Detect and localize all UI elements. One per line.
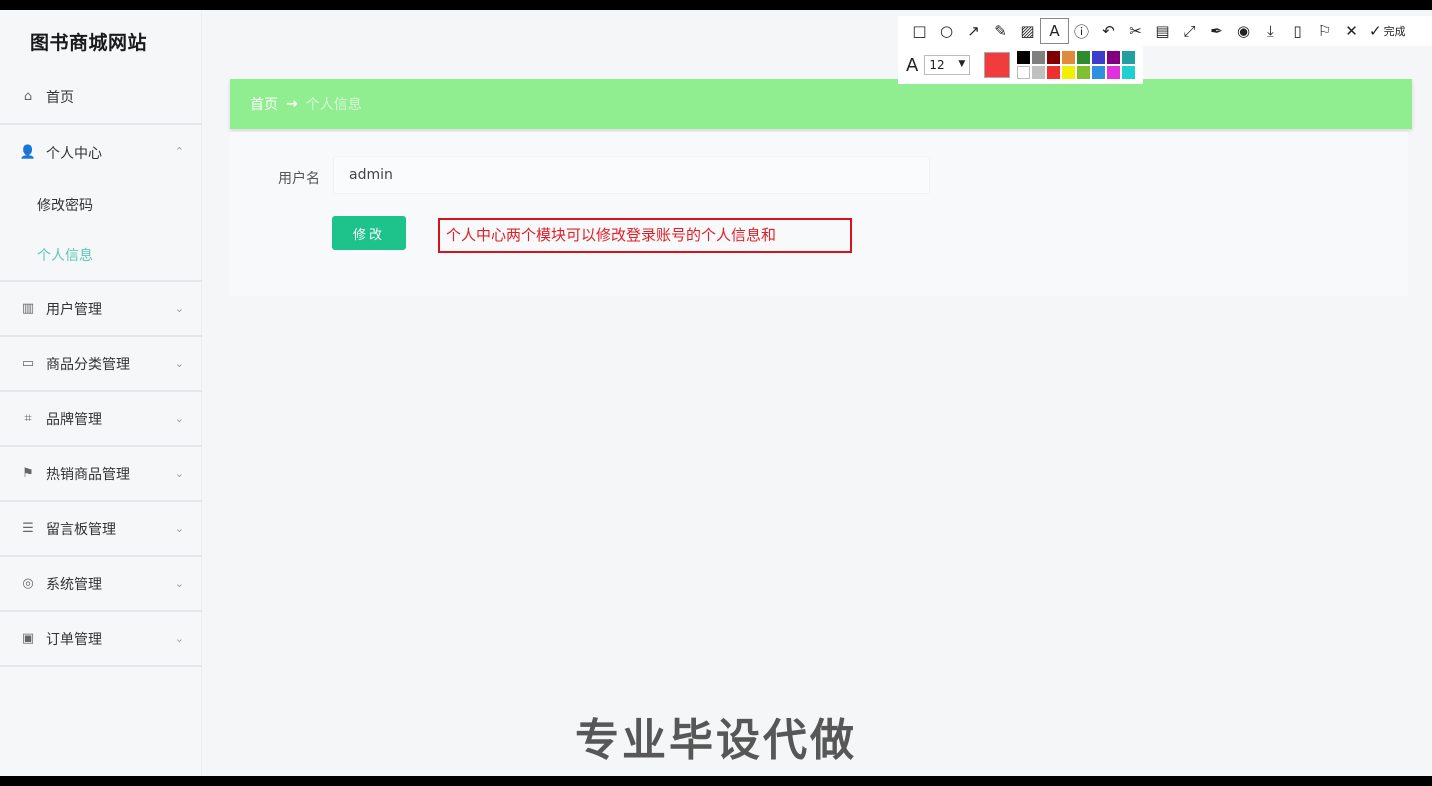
profile-form-panel: 用户名 admin 修改 — [230, 132, 1408, 296]
arrow-tool-icon[interactable]: ↗ — [960, 19, 987, 43]
chevron-down-icon: ⌄ — [174, 632, 184, 645]
chevron-down-icon: ⌄ — [174, 522, 184, 535]
ocr-icon[interactable]: ▤ — [1149, 19, 1176, 43]
sidebar-item-label: 首页 — [46, 89, 74, 106]
rectangle-tool-icon[interactable]: □ — [906, 19, 933, 43]
sidebar-item-users[interactable]: ▥ 用户管理 ⌄ — [0, 282, 202, 337]
close-icon[interactable]: ✕ — [1338, 19, 1365, 43]
watermark-text: 专业毕设代做 — [575, 715, 857, 766]
text-tool-icon[interactable]: A — [1040, 18, 1069, 44]
breadcrumb: 首页 → 个人信息 — [230, 79, 1412, 129]
color-swatch[interactable] — [1092, 51, 1106, 64]
sidebar-item-profile-center[interactable]: 👤 个人中心 ⌃ — [0, 125, 202, 180]
sidebar-item-label: 品牌管理 — [46, 411, 102, 428]
color-swatch[interactable] — [1077, 66, 1091, 79]
color-swatch[interactable] — [1092, 66, 1106, 79]
username-input[interactable]: admin — [333, 156, 930, 194]
color-swatch[interactable] — [1017, 51, 1031, 64]
sidebar-item-label: 留言板管理 — [46, 521, 116, 538]
cut-icon[interactable]: ✂ — [1122, 19, 1149, 43]
sidebar-item-categories[interactable]: ▭ 商品分类管理 ⌄ — [0, 337, 202, 392]
undo-icon[interactable]: ↶ — [1095, 19, 1122, 43]
sidebar-item-system[interactable]: ◎ 系统管理 ⌄ — [0, 557, 202, 612]
sidebar-item-orders[interactable]: ▣ 订单管理 ⌄ — [0, 612, 202, 667]
sidebar-item-label: 订单管理 — [46, 631, 102, 648]
order-icon: ▣ — [21, 631, 35, 646]
chevron-up-icon: ⌃ — [174, 145, 184, 158]
color-swatch[interactable] — [1062, 51, 1076, 64]
mosaic-tool-icon[interactable]: ▨ — [1014, 19, 1041, 43]
username-label: 用户名 — [278, 171, 320, 187]
sidebar-item-label: 热销商品管理 — [46, 466, 130, 483]
sidebar-subitem-profile-info[interactable]: 个人信息 — [0, 230, 202, 280]
sidebar-item-label: 用户管理 — [46, 301, 102, 318]
sidebar-group-profile: 👤 个人中心 ⌃ 修改密码 个人信息 — [0, 125, 202, 282]
sidebar-item-label: 商品分类管理 — [46, 356, 130, 373]
breadcrumb-current: 个人信息 — [305, 97, 362, 113]
color-swatch[interactable] — [1107, 51, 1121, 64]
flag-icon: ⚑ — [22, 466, 34, 481]
sidebar-item-messages[interactable]: ☰ 留言板管理 ⌄ — [0, 502, 202, 557]
home-icon: ⌂ — [23, 89, 33, 104]
app-screen: 图书商城网站 ⌂ 首页 👤 个人中心 ⌃ 修改密码 个人信息 ▥ 用户管理 ⌄ — [0, 10, 1432, 776]
color-swatch[interactable] — [1047, 51, 1061, 64]
sidebar-item-label: 个人中心 — [46, 145, 102, 162]
pin-icon[interactable]: ✒ — [1203, 19, 1230, 43]
color-palette — [1016, 50, 1136, 80]
done-label: 完成 — [1383, 25, 1406, 38]
list-icon: ☰ — [22, 521, 34, 536]
briefcase-icon: ▭ — [21, 356, 35, 371]
submit-button[interactable]: 修改 — [332, 216, 406, 250]
sidebar-item-brands[interactable]: ⌗ 品牌管理 ⌄ — [0, 392, 202, 447]
sidebar-item-home[interactable]: ⌂ 首页 — [0, 70, 202, 125]
sidebar: 图书商城网站 ⌂ 首页 👤 个人中心 ⌃ 修改密码 个人信息 ▥ 用户管理 ⌄ — [0, 10, 202, 776]
chevron-down-icon: ⌄ — [174, 302, 184, 315]
globe-icon: ◎ — [22, 576, 34, 591]
color-swatch[interactable] — [1047, 66, 1061, 79]
record-icon[interactable]: ◉ — [1230, 19, 1257, 43]
text-style-toolbar: A 12 ▼ — [898, 46, 1143, 84]
download-icon[interactable]: ⤓ — [1257, 19, 1284, 43]
annotation-text-box[interactable]: 个人中心两个模块可以修改登录账号的个人信息和 — [438, 218, 852, 253]
chevron-down-icon: ⌄ — [174, 412, 184, 425]
color-swatch[interactable] — [1062, 66, 1076, 79]
main-content: 首页 → 个人信息 用户名 admin 修改 个人中心两个模块可以修改登录账号的… — [202, 10, 1432, 776]
color-swatch[interactable] — [1017, 66, 1031, 79]
caret-down-icon: ▼ — [958, 59, 966, 69]
fit-icon[interactable]: ⤢ — [1176, 19, 1203, 43]
user-icon: 👤 — [19, 145, 37, 160]
ellipse-tool-icon[interactable]: ○ — [933, 19, 960, 43]
brand-title: 图书商城网站 — [30, 32, 148, 54]
bookmark-icon[interactable]: ⚐ — [1311, 19, 1338, 43]
chevron-down-icon: ⌄ — [174, 577, 184, 590]
color-swatch[interactable] — [1077, 51, 1091, 64]
color-swatch[interactable] — [1107, 66, 1121, 79]
font-size-select[interactable]: 12 ▼ — [924, 55, 971, 75]
color-swatch[interactable] — [1032, 66, 1046, 79]
font-icon: A — [906, 54, 919, 76]
chevron-down-icon: ⌄ — [174, 357, 184, 370]
breadcrumb-separator: → — [286, 96, 298, 112]
sidebar-subitem-change-password[interactable]: 修改密码 — [0, 180, 202, 230]
check-icon: ✓ — [1369, 22, 1382, 40]
pen-tool-icon[interactable]: ✎ — [987, 19, 1014, 43]
copy-icon[interactable]: ▯ — [1284, 19, 1311, 43]
color-swatch[interactable] — [1122, 51, 1136, 64]
color-swatch[interactable] — [1122, 66, 1136, 79]
sidebar-menu: ⌂ 首页 👤 个人中心 ⌃ 修改密码 个人信息 ▥ 用户管理 ⌄ ▭ 商品分类管… — [0, 70, 202, 667]
sidebar-item-hot-products[interactable]: ⚑ 热销商品管理 ⌄ — [0, 447, 202, 502]
font-size-value: 12 — [929, 58, 945, 72]
sidebar-item-label: 系统管理 — [46, 576, 102, 593]
screenshot-toolbar: □ ○ ↗ ✎ ▨ Aⓘ ↶ ✂ ▤ ⤢ ✒ ◉ ⤓ ▯ ⚐ ✕ ✓ 完成 — [898, 16, 1432, 46]
current-color-swatch[interactable] — [984, 52, 1011, 78]
chart-icon: ▥ — [21, 301, 35, 316]
breadcrumb-home[interactable]: 首页 — [250, 94, 278, 114]
color-swatch[interactable] — [1032, 51, 1046, 64]
crop-icon: ⌗ — [24, 411, 32, 426]
done-button[interactable]: ✓ 完成 — [1369, 22, 1406, 40]
number-tool-icon[interactable]: ⓘ — [1068, 19, 1095, 43]
chevron-down-icon: ⌄ — [174, 467, 184, 480]
